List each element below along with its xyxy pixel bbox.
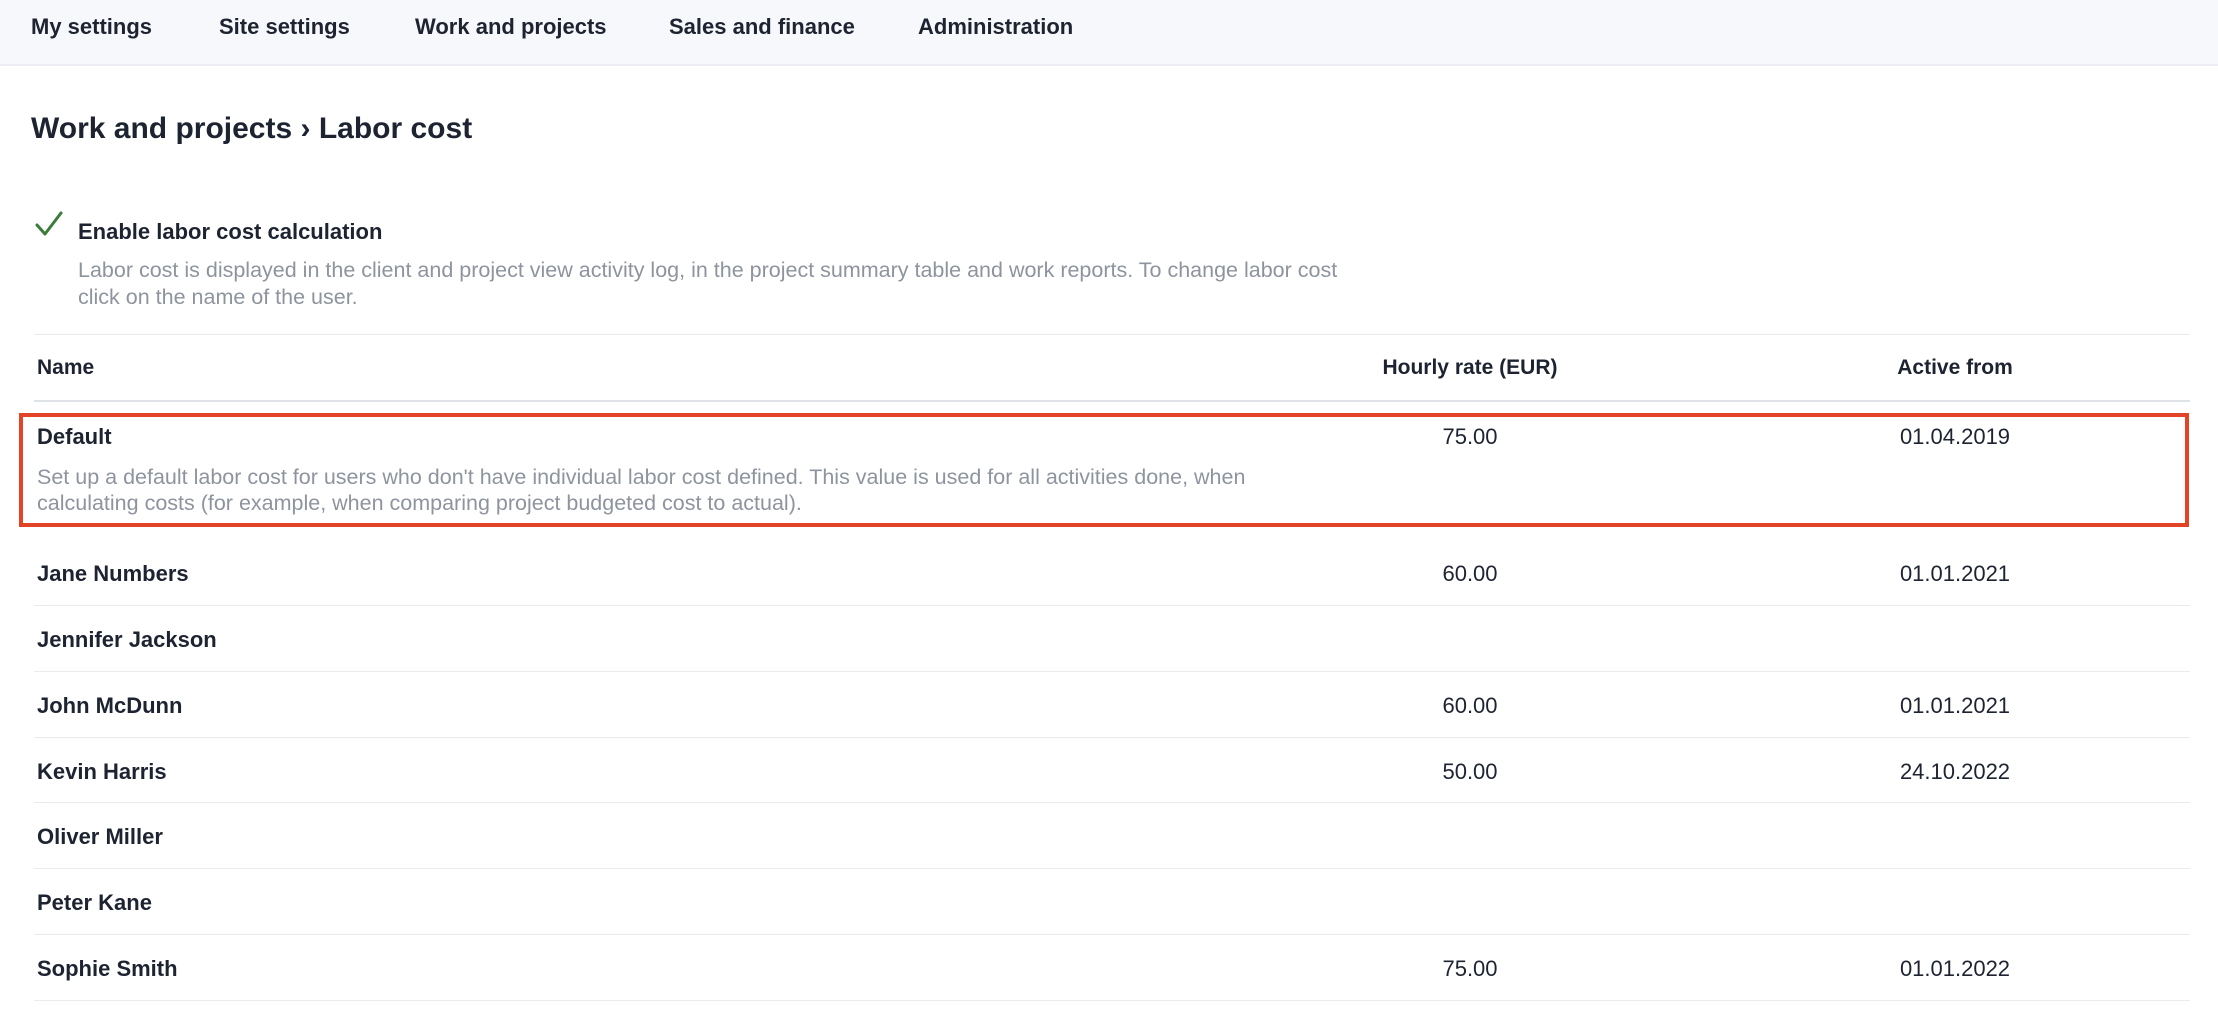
row-divider — [34, 802, 2190, 803]
column-header-active-from: Active from — [1897, 356, 2013, 379]
row-name[interactable]: Kevin Harris — [37, 759, 167, 785]
nav-site-settings[interactable]: Site settings — [219, 14, 350, 40]
row-divider — [34, 605, 2190, 606]
row-name[interactable]: Default — [37, 424, 112, 450]
row-active-from: 01.01.2021 — [1899, 561, 2011, 586]
section-divider — [34, 334, 2190, 335]
row-hourly-rate: 60.00 — [1442, 693, 1498, 718]
row-divider — [34, 671, 2190, 672]
row-name[interactable]: Peter Kane — [37, 890, 152, 916]
row-active-from: 01.04.2019 — [1899, 424, 2011, 449]
nav-sales-and-finance[interactable]: Sales and finance — [669, 14, 855, 40]
row-hourly-rate: 60.00 — [1442, 561, 1498, 586]
row-divider — [34, 868, 2190, 869]
row-divider — [34, 737, 2190, 738]
column-header-name: Name — [37, 356, 95, 379]
row-active-from: 24.10.2022 — [1899, 759, 2011, 784]
default-row-description: Set up a default labor cost for users wh… — [37, 465, 1246, 515]
row-name[interactable]: Jennifer Jackson — [37, 627, 217, 653]
column-header-hourly-rate: Hourly rate (EUR) — [1382, 356, 1558, 379]
page-title: Work and projects › Labor cost — [31, 112, 473, 145]
table-header-divider — [34, 400, 2190, 402]
row-name[interactable]: Jane Numbers — [37, 561, 189, 587]
row-name[interactable]: Sophie Smith — [37, 956, 178, 982]
row-active-from: 01.01.2022 — [1899, 956, 2011, 981]
row-active-from: 01.01.2021 — [1899, 693, 2011, 718]
row-divider — [34, 1000, 2190, 1001]
row-name[interactable]: Oliver Miller — [37, 824, 163, 850]
nav-administration[interactable]: Administration — [918, 14, 1073, 40]
checkmark-icon[interactable] — [34, 210, 64, 240]
enable-labor-cost-checkbox-label[interactable]: Enable labor cost calculation — [78, 219, 382, 245]
labor-cost-description: Labor cost is displayed in the client an… — [78, 258, 1338, 309]
row-divider — [34, 934, 2190, 935]
nav-work-and-projects[interactable]: Work and projects — [415, 14, 607, 40]
row-hourly-rate: 75.00 — [1442, 956, 1498, 981]
nav-my-settings[interactable]: My settings — [31, 14, 152, 40]
row-name[interactable]: John McDunn — [37, 693, 182, 719]
top-navigation: My settings Site settings Work and proje… — [0, 0, 2218, 66]
row-hourly-rate: 50.00 — [1442, 759, 1498, 784]
row-hourly-rate: 75.00 — [1442, 424, 1498, 449]
